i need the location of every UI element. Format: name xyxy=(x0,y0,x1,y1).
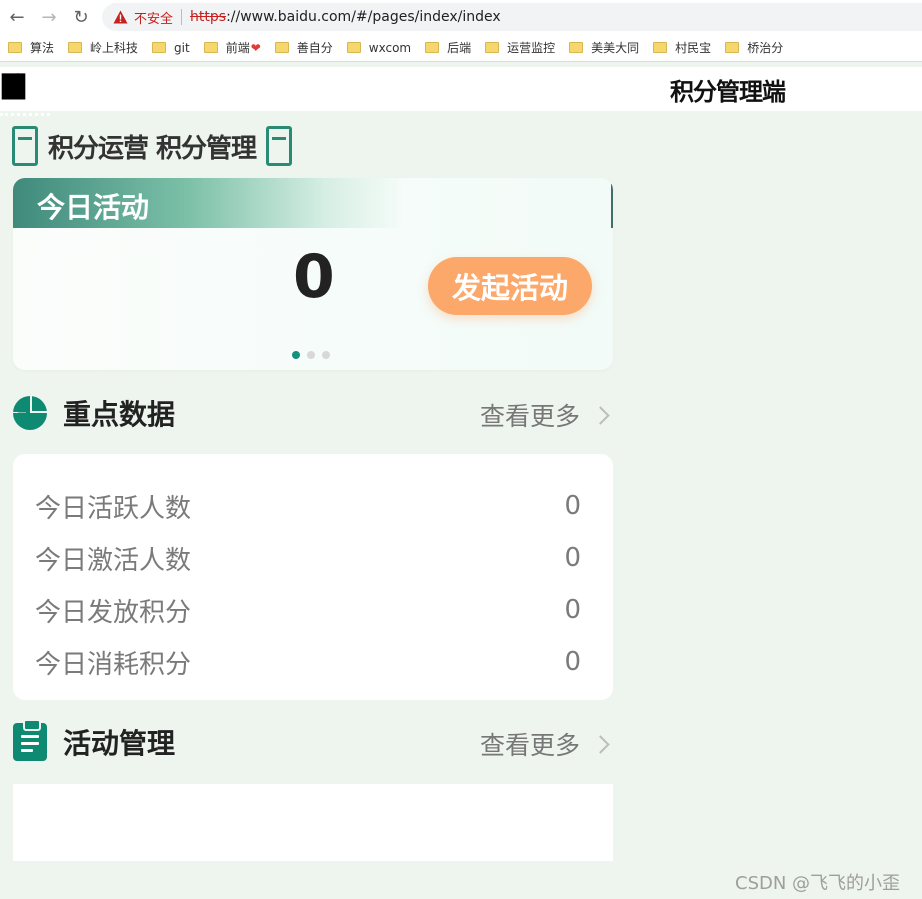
bracket-icon xyxy=(266,126,293,166)
page-title: 积分管理端 xyxy=(670,78,786,106)
bookmark-item[interactable]: 美美大同 xyxy=(569,39,639,56)
forward-icon[interactable]: → xyxy=(34,2,64,32)
start-activity-button[interactable]: 发起活动 xyxy=(428,257,592,315)
more-label: 查看更多 xyxy=(479,731,580,760)
card-edge-divider xyxy=(611,184,613,228)
activity-count: 0 xyxy=(293,242,335,312)
activity-management-header: 活动管理 查看更多 xyxy=(13,719,613,762)
more-label: 查看更多 xyxy=(479,402,580,431)
url-text: ://www.baidu.com/#/pages/index/index xyxy=(226,9,501,25)
folder-icon xyxy=(569,42,584,53)
clipboard-icon xyxy=(13,719,47,761)
warning-icon[interactable] xyxy=(112,9,128,25)
heart-icon: ❤ xyxy=(250,40,261,55)
carousel-dot[interactable] xyxy=(292,351,300,359)
chevron-right-icon xyxy=(591,734,610,754)
bookmark-item[interactable]: 村民宝 xyxy=(653,39,711,56)
url-scheme: https xyxy=(190,9,227,25)
stat-row: 今日发放积分 0 xyxy=(13,584,613,636)
activity-management-more-link[interactable]: 查看更多 xyxy=(480,726,613,762)
stat-label: 今日激活人数 xyxy=(35,545,192,576)
bookmark-item[interactable]: 算法 xyxy=(8,39,54,56)
chevron-right-icon xyxy=(591,405,610,425)
bookmark-item[interactable]: 运营监控 xyxy=(485,39,555,56)
watermark-text: CSDN @飞飞的小歪 xyxy=(735,873,901,894)
stat-value: 0 xyxy=(564,595,581,625)
pie-chart-icon xyxy=(13,396,47,430)
key-data-header: 重点数据 查看更多 xyxy=(13,393,613,433)
folder-icon xyxy=(485,42,500,53)
key-data-title: 重点数据 xyxy=(63,398,176,431)
bookmark-item[interactable]: 前端 ❤ xyxy=(203,39,261,56)
bookmark-item[interactable]: git xyxy=(152,41,190,55)
folder-icon xyxy=(725,42,740,53)
activity-management-title: 活动管理 xyxy=(63,727,176,760)
activity-title: 今日活动 xyxy=(37,191,150,224)
dotted-divider xyxy=(0,113,50,116)
back-icon[interactable]: ← xyxy=(2,2,32,32)
separator xyxy=(181,9,183,25)
stat-row: 今日消耗积分 0 xyxy=(13,636,613,688)
today-activity-card: 今日活动 0 发起活动 xyxy=(13,178,613,370)
stat-value: 0 xyxy=(564,647,581,677)
address-bar[interactable]: 不安全 https ://www.baidu.com/#/pages/index… xyxy=(102,3,922,31)
bookmark-item[interactable]: wxcom xyxy=(346,41,411,55)
security-label[interactable]: 不安全 xyxy=(134,8,173,27)
stat-label: 今日消耗积分 xyxy=(35,649,192,680)
reload-icon[interactable]: ↻ xyxy=(66,2,96,32)
mini-program-title: 积分运营 积分管理 xyxy=(48,133,257,164)
bookmark-item[interactable]: 桥治分 xyxy=(725,39,783,56)
folder-icon xyxy=(274,42,289,53)
folder-icon xyxy=(346,42,361,53)
folder-icon xyxy=(203,42,218,53)
folder-icon xyxy=(152,42,167,53)
stat-row: 今日活跃人数 0 xyxy=(13,480,613,532)
stat-label: 今日发放积分 xyxy=(35,597,192,628)
stat-label: 今日活跃人数 xyxy=(35,493,192,524)
header-left-glyph: █▌ xyxy=(2,75,34,100)
stat-value: 0 xyxy=(564,543,581,573)
browser-toolbar: ← → ↻ 不安全 https ://www.baidu.com/#/pages… xyxy=(0,0,922,34)
carousel-indicator xyxy=(292,351,337,359)
mini-program-name: 积分运营 积分管理 xyxy=(12,126,293,166)
activity-list-card xyxy=(13,784,613,861)
stat-value: 0 xyxy=(564,491,581,521)
folder-icon xyxy=(653,42,668,53)
bookmark-item[interactable]: 岭上科技 xyxy=(68,39,138,56)
bookmark-item[interactable]: 善自分 xyxy=(274,39,333,56)
folder-icon xyxy=(68,42,83,53)
bookmark-item[interactable]: 后端 xyxy=(425,39,471,56)
bracket-icon xyxy=(12,126,38,166)
key-data-card: 今日活跃人数 0 今日激活人数 0 今日发放积分 0 今日消耗积分 0 xyxy=(13,454,613,700)
folder-icon xyxy=(425,42,440,53)
carousel-dot[interactable] xyxy=(322,351,330,359)
folder-icon xyxy=(8,42,22,53)
stat-row: 今日激活人数 0 xyxy=(13,532,613,584)
bookmarks-bar: 算法 岭上科技 git 前端 ❤ 善自分 wxcom 后端 运营监控 美美大同 村… xyxy=(0,34,922,62)
carousel-dot[interactable] xyxy=(307,351,315,359)
key-data-more-link[interactable]: 查看更多 xyxy=(480,397,613,433)
